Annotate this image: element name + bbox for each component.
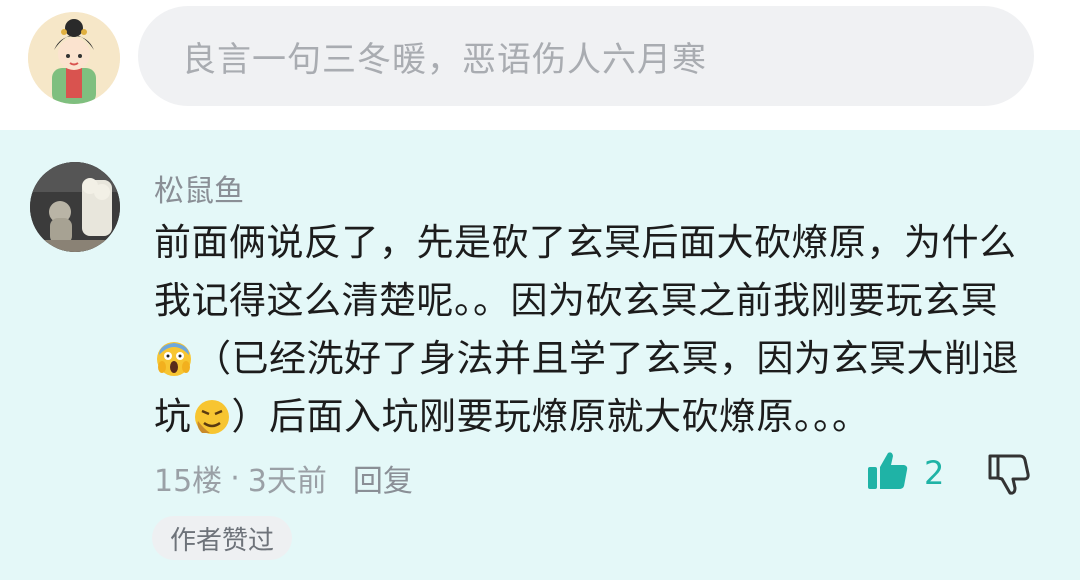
- comment-card: 松鼠鱼 前面俩说反了，先是砍了玄冥后面大砍燎原，为什么我记得这么清楚呢。。因为砍…: [0, 130, 1080, 580]
- comment-text-part-1: 前面俩说反了，先是砍了玄冥后面大砍燎原，为什么我记得这么清楚呢。。因为砍玄冥之前…: [154, 221, 1017, 322]
- thumbs-up-icon: [866, 449, 910, 497]
- author-liked-badge: 作者赞过: [152, 516, 293, 560]
- comment-meta: 15楼 · 3天前 回复: [154, 456, 413, 500]
- user-avatar[interactable]: [30, 162, 120, 252]
- comment-username[interactable]: 松鼠鱼: [154, 166, 244, 210]
- comment-time: 3天前: [247, 464, 327, 499]
- reply-bar: 良言一句三冬暖，恶语伤人六月寒: [0, 0, 1080, 130]
- like-button[interactable]: 2: [866, 448, 944, 498]
- meta-separator: ·: [230, 460, 240, 496]
- dislike-button[interactable]: [984, 448, 1034, 498]
- comment-text-part-3: ）后面入坑刚要玩燎原就大砍燎原。。。: [231, 395, 870, 438]
- reply-input-placeholder: 良言一句三冬暖，恶语伤人六月寒: [182, 39, 707, 80]
- reply-input[interactable]: 良言一句三冬暖，恶语伤人六月寒: [138, 6, 1034, 106]
- confounded-emoji-icon: [194, 394, 230, 434]
- like-count: 2: [924, 454, 945, 492]
- my-avatar[interactable]: [28, 12, 120, 104]
- thumbs-down-icon: [984, 454, 1034, 502]
- scream-emoji-icon: [156, 336, 192, 376]
- reply-button[interactable]: 回复: [353, 456, 413, 500]
- floor-number: 15楼: [154, 464, 223, 499]
- comment-body: 前面俩说反了，先是砍了玄冥后面大砍燎原，为什么我记得这么清楚呢。。因为砍玄冥之前…: [154, 214, 1034, 446]
